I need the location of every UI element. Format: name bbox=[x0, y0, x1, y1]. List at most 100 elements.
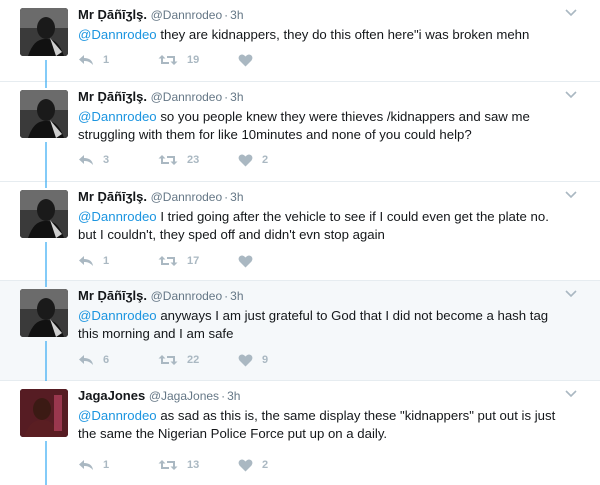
avatar-dark-portrait-icon bbox=[20, 289, 68, 337]
tweet[interactable]: Mr Ḍāñīʒlş. @Dannrodeo · 3h @Dannrodeo any… bbox=[0, 281, 600, 381]
chevron-down-icon[interactable] bbox=[564, 389, 578, 399]
retweet-button[interactable]: 19 bbox=[158, 54, 238, 66]
thread-connector-line bbox=[45, 242, 47, 281]
reply-count: 6 bbox=[103, 354, 110, 366]
like-count: 9 bbox=[262, 354, 269, 366]
retweet-count: 19 bbox=[187, 54, 200, 66]
reply-count: 1 bbox=[103, 459, 110, 471]
author-name[interactable]: Mr Ḍāñīʒlş. bbox=[78, 189, 147, 204]
avatar[interactable] bbox=[20, 90, 68, 138]
reply-icon bbox=[79, 355, 93, 365]
chevron-down-icon[interactable] bbox=[564, 289, 578, 299]
retweet-count: 17 bbox=[187, 255, 200, 267]
tweet-actions: 1 19 bbox=[78, 52, 318, 68]
mention-link[interactable]: @Dannrodeo bbox=[78, 209, 157, 224]
header-separator: · bbox=[224, 90, 229, 104]
header-separator: · bbox=[224, 190, 229, 204]
tweet-header: Mr Ḍāñīʒlş. @Dannrodeo · 3h bbox=[78, 88, 570, 106]
thread-connector-line bbox=[45, 60, 47, 82]
tweet-text: @Dannrodeo they are kidnappers, they do … bbox=[78, 26, 570, 44]
like-button[interactable]: 9 bbox=[238, 353, 318, 367]
retweet-button[interactable]: 22 bbox=[158, 354, 238, 366]
retweet-icon bbox=[158, 355, 178, 365]
author-handle[interactable]: @Dannrodeo bbox=[151, 289, 223, 303]
author-handle[interactable]: @Dannrodeo bbox=[151, 8, 223, 22]
reply-button[interactable]: 1 bbox=[78, 255, 158, 267]
tweet-text: @Dannrodeo anyways I am just grateful to… bbox=[78, 307, 570, 343]
tweet-text: @Dannrodeo I tried going after the vehic… bbox=[78, 208, 570, 244]
reply-button[interactable]: 3 bbox=[78, 154, 158, 166]
like-button[interactable] bbox=[238, 53, 318, 67]
reply-button[interactable]: 1 bbox=[78, 54, 158, 66]
tweet[interactable]: JagaJones @JagaJones · 3h @Dannrodeo as sa… bbox=[0, 381, 600, 485]
mention-link[interactable]: @Dannrodeo bbox=[78, 308, 157, 323]
author-name[interactable]: Mr Ḍāñīʒlş. bbox=[78, 288, 147, 303]
reply-count: 1 bbox=[103, 54, 110, 66]
tweet-text: @Dannrodeo as sad as this is, the same d… bbox=[78, 407, 570, 443]
retweet-icon bbox=[158, 155, 178, 165]
avatar-dark-portrait-icon bbox=[20, 8, 68, 56]
author-handle[interactable]: @JagaJones bbox=[149, 389, 219, 403]
tweet-actions: 1 13 2 bbox=[78, 457, 318, 473]
tweet[interactable]: Mr Ḍāñīʒlş. @Dannrodeo · 3h @Dannrodeo the… bbox=[0, 0, 600, 82]
tweet-timestamp[interactable]: 3h bbox=[227, 389, 240, 403]
thread-connector-line bbox=[45, 341, 47, 381]
avatar-red-portrait-icon bbox=[20, 389, 68, 437]
author-handle[interactable]: @Dannrodeo bbox=[151, 90, 223, 104]
tweet-timestamp[interactable]: 3h bbox=[230, 289, 243, 303]
retweet-button[interactable]: 17 bbox=[158, 255, 238, 267]
author-name[interactable]: Mr Ḍāñīʒlş. bbox=[78, 89, 147, 104]
avatar-dark-portrait-icon bbox=[20, 90, 68, 138]
tweet-timestamp[interactable]: 3h bbox=[230, 190, 243, 204]
mention-link[interactable]: @Dannrodeo bbox=[78, 27, 157, 42]
retweet-button[interactable]: 13 bbox=[158, 459, 238, 471]
like-button[interactable]: 2 bbox=[238, 153, 318, 167]
header-separator: · bbox=[224, 289, 229, 303]
mention-link[interactable]: @Dannrodeo bbox=[78, 408, 157, 423]
tweet-actions: 3 23 2 bbox=[78, 152, 318, 168]
like-count: 2 bbox=[262, 459, 269, 471]
like-button[interactable]: 2 bbox=[238, 458, 318, 472]
tweet[interactable]: Mr Ḍāñīʒlş. @Dannrodeo · 3h @Dannrodeo I t… bbox=[0, 182, 600, 281]
retweet-count: 13 bbox=[187, 459, 200, 471]
reply-icon bbox=[79, 460, 93, 470]
reply-button[interactable]: 6 bbox=[78, 354, 158, 366]
avatar-dark-portrait-icon bbox=[20, 190, 68, 238]
author-name[interactable]: Mr Ḍāñīʒlş. bbox=[78, 7, 147, 22]
chevron-down-icon[interactable] bbox=[564, 90, 578, 100]
conversation-thread: Mr Ḍāñīʒlş. @Dannrodeo · 3h @Dannrodeo the… bbox=[0, 0, 600, 485]
chevron-down-icon[interactable] bbox=[564, 190, 578, 200]
thread-connector-line bbox=[45, 441, 47, 485]
like-count: 2 bbox=[262, 154, 269, 166]
avatar[interactable] bbox=[20, 8, 68, 56]
chevron-down-icon[interactable] bbox=[564, 8, 578, 18]
mention-link[interactable]: @Dannrodeo bbox=[78, 109, 157, 124]
author-name[interactable]: JagaJones bbox=[78, 388, 145, 403]
retweet-button[interactable]: 23 bbox=[158, 154, 238, 166]
heart-icon bbox=[238, 353, 253, 366]
reply-icon bbox=[79, 256, 93, 266]
heart-icon bbox=[238, 254, 253, 267]
like-button[interactable] bbox=[238, 254, 318, 268]
tweet-header: Mr Ḍāñīʒlş. @Dannrodeo · 3h bbox=[78, 188, 570, 206]
retweet-icon bbox=[158, 55, 178, 65]
avatar[interactable] bbox=[20, 289, 68, 337]
author-handle[interactable]: @Dannrodeo bbox=[151, 190, 223, 204]
thread-connector-line bbox=[45, 281, 47, 287]
reply-count: 1 bbox=[103, 255, 110, 267]
thread-connector-line bbox=[45, 182, 47, 188]
header-separator: · bbox=[224, 8, 229, 22]
tweet-header: JagaJones @JagaJones · 3h bbox=[78, 387, 570, 405]
header-separator: · bbox=[221, 389, 226, 403]
tweet-timestamp[interactable]: 3h bbox=[230, 90, 243, 104]
avatar[interactable] bbox=[20, 190, 68, 238]
tweet[interactable]: Mr Ḍāñīʒlş. @Dannrodeo · 3h @Dannrodeo so … bbox=[0, 82, 600, 182]
tweet-timestamp[interactable]: 3h bbox=[230, 8, 243, 22]
retweet-icon bbox=[158, 460, 178, 470]
heart-icon bbox=[238, 458, 253, 471]
tweet-body: they are kidnappers, they do this often … bbox=[156, 27, 530, 42]
tweet-header: Mr Ḍāñīʒlş. @Dannrodeo · 3h bbox=[78, 287, 570, 305]
avatar[interactable] bbox=[20, 389, 68, 437]
reply-button[interactable]: 1 bbox=[78, 459, 158, 471]
reply-icon bbox=[79, 55, 93, 65]
